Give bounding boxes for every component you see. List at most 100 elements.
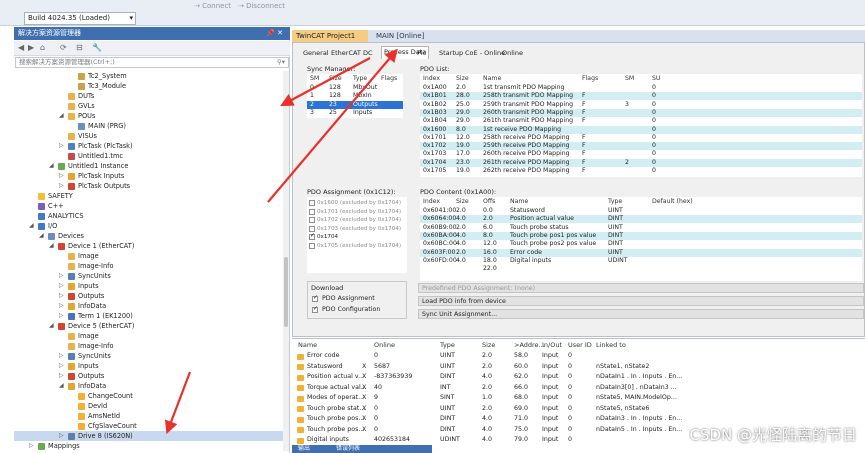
tree-item[interactable]: MAIN (PRG) (14, 121, 284, 131)
pdo-content-col-header[interactable]: Name (510, 197, 528, 206)
tree-item[interactable]: GVLs (14, 101, 284, 111)
pdo-list-col-header[interactable]: SU (652, 74, 660, 83)
pdo-assignment-item[interactable]: 0x1703 (excluded by 0x1704) (307, 225, 407, 233)
expand-icon[interactable]: ▷ (59, 361, 64, 371)
build-version-dropdown[interactable]: Build 4024.35 (Loaded) ▾ (24, 12, 136, 25)
online-col-header[interactable]: >Addre... (514, 341, 545, 349)
expand-icon[interactable]: ▷ (59, 181, 64, 191)
wrench-icon[interactable]: 🔧 (92, 43, 102, 52)
tree-item[interactable]: DevId (14, 401, 284, 411)
online-variable-row[interactable]: Error code 0 UINT 2.0 58.0 Input 0 (292, 351, 865, 362)
checkbox-icon[interactable] (309, 208, 315, 215)
tree-item[interactable]: AmsNetId (14, 411, 284, 421)
pdo-list-col-header[interactable]: Flags (582, 74, 598, 83)
tab-dc[interactable]: DC (363, 48, 373, 59)
tree-item[interactable]: ANALYTICS (14, 211, 284, 221)
pdo-assignment-item[interactable]: 0x1600 (excluded by 0x1704) (307, 199, 407, 207)
pdo-content-row[interactable]: 0x60BA:00 4.0 8.0 Touch probe pos1 pos valu… (420, 231, 862, 241)
tree-item[interactable]: ▷ Outputs (14, 371, 284, 381)
sync-manager-col-header[interactable]: Size (329, 74, 342, 83)
pdo-list-col-header[interactable]: Name (483, 74, 501, 83)
checkbox-icon[interactable] (309, 242, 315, 249)
checkbox-icon[interactable] (309, 232, 315, 240)
tree-item[interactable]: Tc2_System (14, 71, 284, 81)
expand-icon[interactable]: ▷ (59, 431, 64, 441)
checkbox-icon[interactable] (309, 200, 315, 206)
forward-icon[interactable]: ▶ (28, 43, 34, 52)
online-col-header[interactable]: Type (440, 341, 455, 349)
collapse-arrow-icon[interactable]: ◢ (49, 161, 54, 171)
tree-item[interactable]: ▷ InfoData (14, 301, 284, 311)
pdo-list-col-header[interactable]: SM (625, 74, 634, 83)
home-icon[interactable]: ⌂ (40, 43, 45, 52)
collapse-arrow-icon[interactable]: ◢ (59, 381, 64, 391)
pdo-list-row[interactable]: 0x1704 23.0 261th receive PDO Mapping F 2 0 (420, 158, 862, 167)
sync-manager-row[interactable]: 0 128 MbxOut (307, 84, 403, 92)
online-col-header[interactable]: Name (298, 341, 317, 349)
predefined-pdo-assignment-dropdown[interactable]: Predefined PDO Assignment: (none) (418, 283, 864, 293)
online-variable-row[interactable]: Position actual v... X -837363939 DINT 4.0 62… (292, 372, 865, 383)
tab-startup[interactable]: Startup (439, 48, 463, 59)
tree-item[interactable]: Image-Info (14, 261, 284, 271)
collapse-arrow-icon[interactable]: ◢ (29, 221, 34, 231)
pdo-list-row[interactable]: 0x1B04 29.0 261th transmit PDO Mapping F 0 (420, 117, 862, 125)
tree-item[interactable]: DUTs (14, 91, 284, 101)
sync-manager-col-header[interactable]: Flags (381, 74, 397, 83)
collapse-arrow-icon[interactable]: ◢ (39, 231, 44, 241)
expand-icon[interactable]: ▷ (59, 271, 64, 281)
sync-manager-row[interactable]: 1 128 MbxIn (307, 92, 403, 100)
tab-main-online[interactable]: MAIN [Online] (372, 30, 442, 42)
tree-item[interactable]: ◢ POUs (14, 111, 284, 121)
pdo-content-row[interactable]: 22.0 (420, 265, 862, 273)
sync-icon[interactable]: ⟳ (60, 43, 67, 52)
tree-item[interactable]: ◢ InfoData (14, 381, 284, 391)
download-pdo-configuration-checkbox[interactable]: PDO Configuration (312, 305, 407, 315)
tree-item[interactable]: ▷ PlcTask Outputs (14, 181, 284, 191)
connect-button[interactable]: ⇢ Connect (194, 1, 231, 12)
tab-twincat-project1[interactable]: TwinCAT Project1 ✕ (292, 30, 368, 52)
sync-manager-row[interactable]: 2 23 Outputs (307, 100, 403, 109)
online-variable-row[interactable]: Modes of operat... X 9 SINT 1.0 68.0 Input 0 nSt… (292, 393, 865, 404)
tree-item[interactable]: Tc3_Module (14, 81, 284, 91)
checkbox-icon[interactable] (309, 225, 315, 232)
expand-icon[interactable]: ▷ (59, 141, 64, 151)
pdo-assignment-item[interactable]: 0x1702 (excluded by 0x1704) (307, 216, 407, 224)
pdo-list-row[interactable]: 0x1703 17.0 260th receive PDO Mapping F 0 (420, 150, 862, 158)
collapse-arrow-icon[interactable]: ◢ (49, 241, 54, 251)
expand-icon[interactable]: ▷ (59, 311, 64, 321)
tree-item[interactable]: ▷ Term 1 (EK1200) (14, 311, 284, 321)
disconnect-button[interactable]: ⇢ Disconnect (238, 1, 285, 12)
tab-plc[interactable]: Plc (417, 48, 426, 59)
tree-item[interactable]: SAFETY (14, 191, 284, 201)
tree-item[interactable]: ◢ Devices (14, 231, 284, 241)
tree-item[interactable]: Image (14, 251, 284, 261)
pdo-content-row[interactable]: 0x603F:00 2.0 16.0 Error code UINT (420, 248, 862, 257)
pdo-content-col-header[interactable]: Default (hex) (652, 197, 693, 206)
online-col-header[interactable]: Size (482, 341, 495, 349)
tab-online[interactable]: Online (502, 48, 523, 59)
expand-icon[interactable]: ▷ (59, 291, 64, 301)
checkbox-icon[interactable] (309, 217, 315, 223)
tree-item[interactable]: ▷ SyncUnits (14, 271, 284, 281)
tree-item[interactable]: VISUs (14, 131, 284, 141)
collapse-icon[interactable]: ⊟ (76, 43, 83, 52)
tree-item[interactable]: ChangeCount (14, 391, 284, 401)
online-variable-row[interactable]: Torque actual val... X 40 INT 2.0 66.0 Input 0 n… (292, 383, 865, 394)
pdo-content-row[interactable]: 0x60FD:00 4.0 18.0 Digital inputs UDINT (420, 257, 862, 265)
tree-item[interactable]: Image (14, 331, 284, 341)
download-pdo-assignment-checkbox[interactable]: PDO Assignment (312, 294, 407, 304)
collapse-arrow-icon[interactable]: ◢ (49, 321, 54, 331)
tree-item[interactable]: ▷ Inputs (14, 361, 284, 371)
tree-item[interactable]: ▷ Drive 8 (IS620N) (14, 431, 284, 441)
pdo-list-col-header[interactable]: Index (423, 74, 440, 83)
pin-icon[interactable]: 📌 ✕ (266, 29, 283, 37)
tab-output[interactable]: 输出 (298, 445, 310, 453)
back-icon[interactable]: ◀ (18, 43, 24, 52)
pdo-content-col-header[interactable]: Offs (483, 197, 495, 206)
solution-scrollbar-thumb[interactable] (284, 257, 288, 327)
expand-icon[interactable]: ▷ (59, 301, 64, 311)
pdo-list-row[interactable]: 0x1B02 25.0 259th transmit PDO Mapping F 3 0 (420, 101, 862, 109)
tree-item[interactable]: Image-Info (14, 341, 284, 351)
expand-icon[interactable]: ▷ (59, 171, 64, 181)
tree-item[interactable]: C++ (14, 201, 284, 211)
